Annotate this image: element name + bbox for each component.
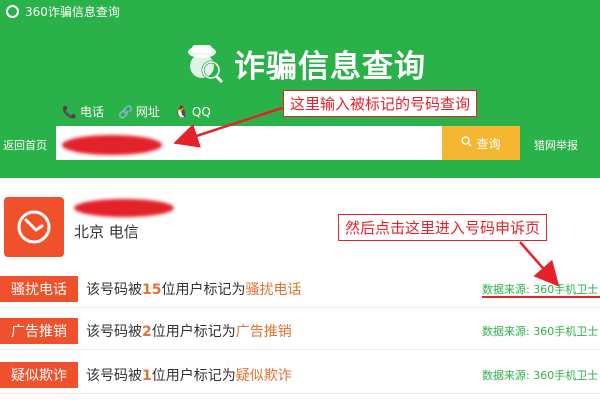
tag-row: 疑似欺诈 该号码被1位用户标记为疑似欺诈 数据来源: 360手机卫士 xyxy=(0,356,600,394)
annotation-callout-complain: 然后点击这里进入号码申诉页 xyxy=(338,214,548,241)
detective-icon xyxy=(182,40,228,86)
search-button-label: 查询 xyxy=(476,136,501,151)
tab-label: 电话 xyxy=(79,105,104,119)
back-home-link[interactable]: 返回首页 xyxy=(3,137,47,153)
phone-location: 北京 电信 xyxy=(74,223,139,241)
annotation-underline xyxy=(482,296,600,298)
brand: 诈骗信息查询 xyxy=(182,40,426,86)
phone-logo-icon xyxy=(4,197,64,257)
qq-icon: 🐧 xyxy=(173,104,189,119)
annotation-callout-search: 这里输入被标记的号码查询 xyxy=(283,90,478,117)
tag-label: 广告推销 xyxy=(235,324,292,340)
tag-middle: 位用户标记为 xyxy=(151,324,236,340)
tag-label: 骚扰电话 xyxy=(245,282,302,298)
top-bar-title: 360诈骗信息查询 xyxy=(25,4,120,19)
tag-prefix: 该号码被 xyxy=(86,368,142,384)
tag-middle: 位用户标记为 xyxy=(151,368,236,384)
tab-label: 网址 xyxy=(135,105,160,119)
tag-text: 该号码被15位用户标记为骚扰电话 xyxy=(86,279,301,299)
tag-text: 该号码被1位用户标记为疑似欺诈 xyxy=(86,365,292,385)
tag-badge: 骚扰电话 xyxy=(0,276,78,302)
tag-label: 疑似欺诈 xyxy=(235,368,292,384)
search-type-tabs: 📞 电话 🔗 网址 🐧 QQ xyxy=(62,103,211,120)
360-logo-icon xyxy=(6,4,19,18)
search-button[interactable]: 查询 xyxy=(442,126,520,160)
link-icon: 🔗 xyxy=(117,104,133,119)
data-source-link[interactable]: 数据来源: 360手机卫士 xyxy=(482,323,598,339)
report-link[interactable]: 猎网举报 xyxy=(534,137,578,153)
tag-row: 骚扰电话 该号码被15位用户标记为骚扰电话 数据来源: 360手机卫士 xyxy=(0,270,600,308)
tag-middle: 位用户标记为 xyxy=(161,282,246,298)
phone-icon: 📞 xyxy=(62,104,77,119)
tag-text: 该号码被2位用户标记为广告推销 xyxy=(86,321,292,341)
tag-count: 2 xyxy=(142,324,152,340)
tag-count: 1 xyxy=(142,368,152,384)
tab-url[interactable]: 🔗 网址 xyxy=(118,103,160,120)
tag-badge: 疑似欺诈 xyxy=(0,362,78,388)
brand-title: 诈骗信息查询 xyxy=(234,48,426,85)
search-icon xyxy=(461,136,473,150)
tab-phone[interactable]: 📞 电话 xyxy=(62,103,104,120)
tag-prefix: 该号码被 xyxy=(86,282,142,298)
tag-count: 15 xyxy=(142,282,162,298)
tag-prefix: 该号码被 xyxy=(86,324,142,340)
tab-qq[interactable]: 🐧 QQ xyxy=(174,103,211,120)
top-bar: 360诈骗信息查询 xyxy=(0,0,600,22)
data-source-link[interactable]: 数据来源: 360手机卫士 xyxy=(482,367,598,383)
data-source-link[interactable]: 数据来源: 360手机卫士 xyxy=(482,281,598,297)
tag-badge: 广告推销 xyxy=(0,318,78,344)
tag-row: 广告推销 该号码被2位用户标记为广告推销 数据来源: 360手机卫士 xyxy=(0,312,600,350)
redaction-mark xyxy=(62,135,162,155)
tab-label: QQ xyxy=(191,104,211,119)
redaction-mark xyxy=(74,199,174,217)
